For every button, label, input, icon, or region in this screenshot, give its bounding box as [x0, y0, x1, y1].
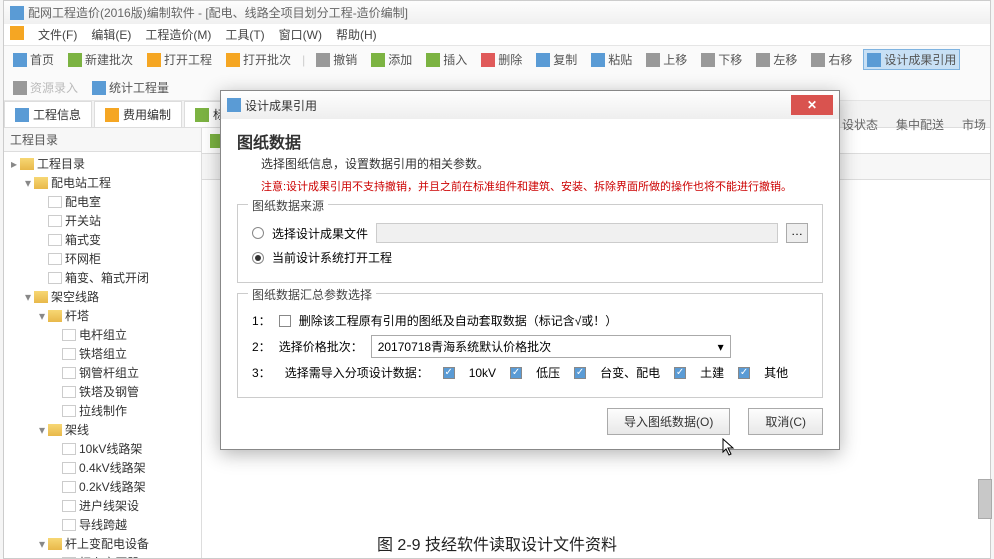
file-path-field[interactable]: [376, 223, 778, 243]
price-batch-select[interactable]: 20170718青海系统默认价格批次 ▾: [371, 335, 731, 358]
dialog-titlebar[interactable]: 设计成果引用 ✕: [221, 91, 839, 119]
tb-home[interactable]: 首页: [10, 50, 57, 69]
dialog-title: 设计成果引用: [245, 97, 791, 114]
subitem-label: 选择需导入分项设计数据：: [285, 364, 429, 381]
menu-window[interactable]: 窗口(W): [279, 26, 322, 43]
radio-current-project-label: 当前设计系统打开工程: [272, 249, 392, 266]
frame-source: 图纸数据来源 选择设计成果文件 … 当前设计系统打开工程: [237, 204, 823, 283]
sidebar: 工程目录 ▸工程目录 ▾配电站工程 配电室 开关站 箱式变 环网柜 箱变、箱式开…: [4, 128, 202, 558]
design-import-dialog: 设计成果引用 ✕ 图纸数据 选择图纸信息，设置数据引用的相关参数。 注意:设计成…: [220, 90, 840, 450]
chevron-down-icon: ▾: [718, 340, 724, 354]
menu-cost[interactable]: 工程造价(M): [145, 26, 211, 43]
window-title: 配网工程造价(2016版)编制软件 - [配电、线路全项目划分工程-造价编制]: [28, 4, 408, 21]
chk-delete-label: 删除该工程原有引用的图纸及自动套取数据（标记含√或！）: [299, 312, 618, 329]
chk-10kv[interactable]: [443, 367, 455, 379]
chk-lowv[interactable]: [510, 367, 522, 379]
tb-copy[interactable]: 复制: [533, 50, 580, 69]
menu-tool[interactable]: 工具(T): [225, 26, 264, 43]
dialog-icon: [227, 98, 241, 112]
tb-newbatch[interactable]: 新建批次: [65, 50, 136, 69]
radio-select-file[interactable]: [252, 227, 264, 239]
menu-help[interactable]: 帮助(H): [336, 26, 377, 43]
dialog-close-button[interactable]: ✕: [791, 95, 833, 115]
cancel-button[interactable]: 取消(C): [748, 408, 823, 435]
tb-up[interactable]: 上移: [643, 50, 690, 69]
project-tree[interactable]: ▸工程目录 ▾配电站工程 配电室 开关站 箱式变 环网柜 箱变、箱式开闭 ▾架空…: [4, 152, 201, 558]
sidebar-title: 工程目录: [4, 128, 201, 152]
tb-openbatch[interactable]: 打开批次: [223, 50, 294, 69]
tb-down[interactable]: 下移: [698, 50, 745, 69]
dialog-heading: 图纸数据: [237, 129, 823, 153]
tb-designref[interactable]: 设计成果引用: [863, 49, 960, 70]
mouse-cursor: [722, 438, 736, 456]
chk-civil[interactable]: [674, 367, 686, 379]
price-batch-value: 20170718青海系统默认价格批次: [378, 338, 551, 355]
tb-openproj[interactable]: 打开工程: [144, 50, 215, 69]
dialog-warning: 注意:设计成果引用不支持撤销，并且之前在标准组件和建筑、安装、拆除界面所做的操作…: [261, 178, 823, 194]
radio-select-file-label: 选择设计成果文件: [272, 225, 368, 242]
title-bar: 配网工程造价(2016版)编制软件 - [配电、线路全项目划分工程-造价编制]: [4, 1, 990, 24]
doc-icon: [10, 26, 24, 40]
app-icon: [10, 6, 24, 20]
browse-button[interactable]: …: [786, 223, 808, 243]
tb-insert[interactable]: 插入: [423, 50, 470, 69]
menu-bar: 文件(F) 编辑(E) 工程造价(M) 工具(T) 窗口(W) 帮助(H): [4, 24, 990, 45]
dialog-subtitle: 选择图纸信息，设置数据引用的相关参数。: [261, 155, 823, 172]
tb-left[interactable]: 左移: [753, 50, 800, 69]
tb-resimport[interactable]: 资源录入: [10, 78, 81, 97]
chk-delete-existing[interactable]: [279, 315, 291, 327]
tab-info[interactable]: 工程信息: [4, 101, 92, 127]
tab-cost[interactable]: 费用编制: [94, 101, 182, 127]
tb-paste[interactable]: 粘贴: [588, 50, 635, 69]
tb-add[interactable]: 添加: [368, 50, 415, 69]
import-button[interactable]: 导入图纸数据(O): [607, 408, 730, 435]
tb-undo[interactable]: 撤销: [313, 50, 360, 69]
chk-other[interactable]: [738, 367, 750, 379]
radio-current-project[interactable]: [252, 252, 264, 264]
frame-source-legend: 图纸数据来源: [248, 197, 328, 214]
tb-right[interactable]: 右移: [808, 50, 855, 69]
chk-substation[interactable]: [574, 367, 586, 379]
price-batch-label: 选择价格批次：: [279, 338, 363, 355]
frame-params: 图纸数据汇总参数选择 1： 删除该工程原有引用的图纸及自动套取数据（标记含√或！…: [237, 293, 823, 398]
menu-edit[interactable]: 编辑(E): [91, 26, 131, 43]
tb-del[interactable]: 删除: [478, 50, 525, 69]
frame-params-legend: 图纸数据汇总参数选择: [248, 286, 376, 303]
figure-caption: 图 2-9 技经软件读取设计文件资料: [0, 531, 994, 555]
tb-stats[interactable]: 统计工程量: [89, 78, 172, 97]
menu-file[interactable]: 文件(F): [38, 26, 77, 43]
